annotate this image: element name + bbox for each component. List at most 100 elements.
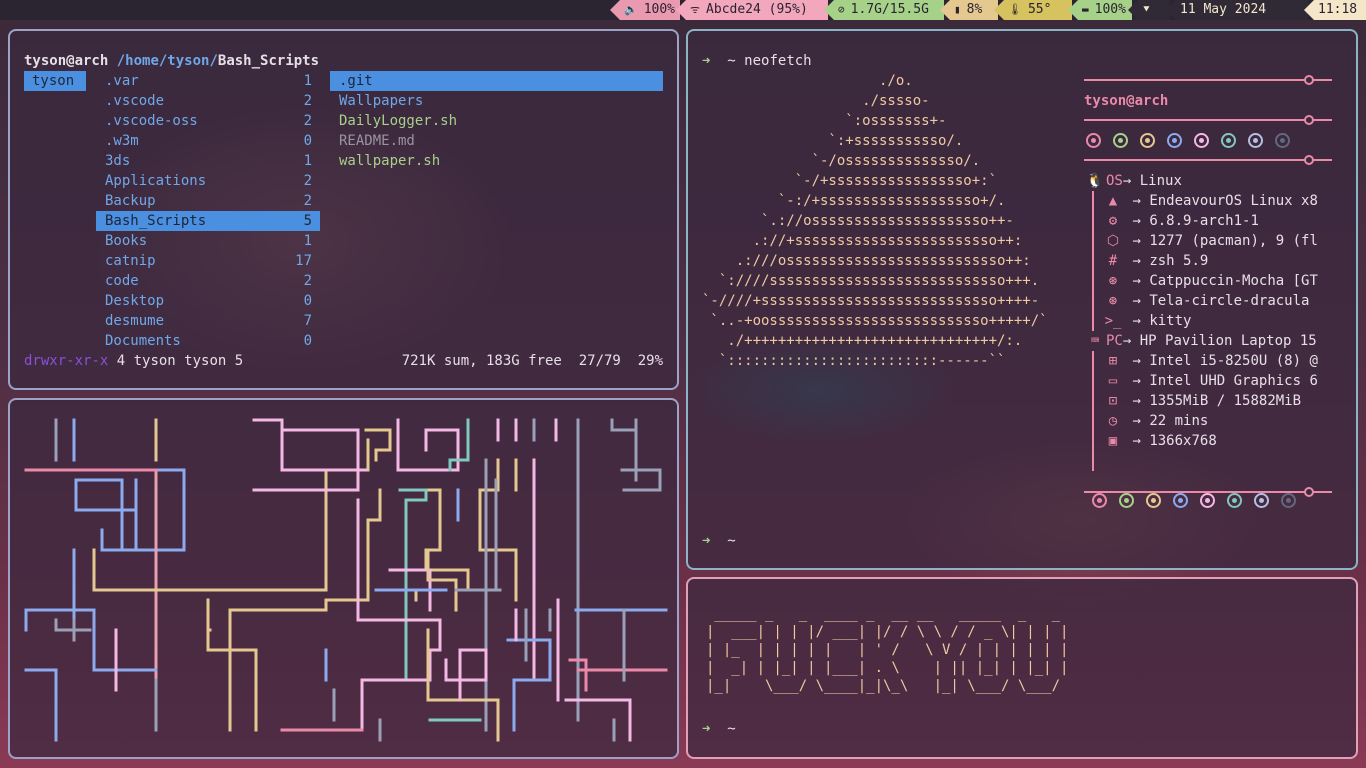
ranger-path: tyson@arch /home/tyson/Bash_Scripts: [24, 51, 319, 71]
ranger-window[interactable]: tyson@arch /home/tyson/Bash_Scripts tyso…: [8, 29, 679, 390]
preview-item[interactable]: DailyLogger.sh: [330, 111, 663, 131]
preview-item[interactable]: Wallpapers: [330, 91, 663, 111]
neofetch-window[interactable]: ➜ ~ neofetch ./o. ./sssso- `:osssssss+- …: [686, 29, 1358, 570]
arrow: →: [1132, 293, 1141, 309]
prompt-dir: ~: [727, 53, 736, 69]
info-row: ⊞ → Intel i5-8250U (8) @: [1084, 351, 1346, 371]
dir-count: 2: [303, 193, 312, 209]
info-value: Intel i5-8250U (8) @: [1149, 353, 1318, 369]
dir-list-item[interactable]: 3ds 1: [96, 151, 320, 171]
arrow: →: [1132, 373, 1141, 389]
dir-name: Documents: [105, 333, 181, 349]
dir-count: 1: [303, 153, 312, 169]
info-value: 1355MiB / 15882MiB: [1149, 393, 1302, 409]
preview-item[interactable]: README.md: [330, 131, 663, 151]
dir-count: 2: [303, 93, 312, 109]
file-name: Wallpapers: [339, 93, 424, 109]
parent-dir-item[interactable]: tyson: [24, 71, 86, 91]
dir-name: .vscode-oss: [105, 113, 198, 129]
color-palette-top: [1084, 131, 1344, 151]
status-segment[interactable]: 🌡 55°: [994, 0, 1072, 20]
color-dot: [1254, 493, 1269, 508]
figlet-line: _____ _ _ ____ _ __ __ _____ _ _: [706, 606, 1061, 622]
dir-list-item[interactable]: Books 1: [96, 231, 320, 251]
info-value: zsh 5.9: [1149, 253, 1209, 269]
prompt-line-2[interactable]: ➜ ~: [702, 531, 736, 551]
preview-item[interactable]: .git: [330, 71, 663, 91]
dir-count: 0: [303, 333, 312, 349]
status-segment[interactable]: ⊘ 1.7G/15.5G: [824, 0, 944, 20]
prompt-dir: ~: [727, 721, 736, 737]
status-segment[interactable]: ▮ 8%: [940, 0, 998, 20]
status-text: 8%: [966, 2, 983, 17]
file-name: README.md: [339, 133, 415, 149]
color-dot: [1227, 493, 1242, 508]
ranger-preview-column[interactable]: .git Wallpapers DailyLogger.sh README.md wal…: [330, 71, 663, 171]
ranger-current-column[interactable]: .var 1 .vscode 2 .vscode-oss 2 .w3m 0 3ds 1 Applic…: [96, 71, 320, 351]
info-value: 6.8.9-arch1-1: [1149, 213, 1259, 229]
arrow: →: [1132, 213, 1141, 229]
logo-line: `:+sssssssssso/.: [702, 133, 964, 149]
status-segment[interactable]: 11 May 2024: [1166, 0, 1308, 20]
dir-list-item[interactable]: Bash_Scripts 5: [96, 211, 320, 231]
file-name: DailyLogger.sh: [339, 113, 458, 129]
dir-list-item[interactable]: .w3m 0: [96, 131, 320, 151]
pc-value: HP Pavilion Laptop 15: [1139, 333, 1317, 349]
logo-line: `..-+oossssssssssssssssssssssssso+++++/`: [702, 313, 1048, 329]
figlet-window[interactable]: _____ _ _ ____ _ __ __ _____ _ _ | ___| |…: [686, 577, 1358, 759]
color-dot: [1200, 493, 1215, 508]
status-text: 55°: [1027, 2, 1052, 17]
info-row: ⚙ → 6.8.9-arch1-1: [1084, 211, 1346, 231]
dir-name: Desktop: [105, 293, 165, 309]
arrow: →: [1132, 313, 1141, 329]
logo-line: `:::::::::::::::::::::::::------``: [702, 353, 1006, 369]
preview-item[interactable]: wallpaper.sh: [330, 151, 663, 171]
dir-name: Backup: [105, 193, 156, 209]
file-name: wallpaper.sh: [339, 153, 441, 169]
monitor-icon: ▭: [1108, 373, 1118, 389]
info-value: EndeavourOS Linux x8: [1149, 193, 1318, 209]
arrow: →: [1132, 433, 1141, 449]
pc-line: ⌨ PC→ HP Pavilion Laptop 15: [1084, 331, 1346, 351]
color-dot: [1194, 133, 1209, 148]
status-segment[interactable]: ⯆: [1128, 0, 1170, 20]
info-row: # → zsh 5.9: [1084, 251, 1346, 271]
logo-line: ./o.: [702, 73, 913, 89]
color-palette-bottom: [1090, 491, 1350, 511]
dir-list-item[interactable]: .vscode 2: [96, 91, 320, 111]
status-segment[interactable]: 🔈 100%: [610, 0, 680, 20]
status-segment[interactable]: 11:18: [1304, 0, 1366, 20]
neofetch-info: tyson@arch 🐧 OS→ Linux ▲ → EndeavourOS Li…: [1084, 71, 1346, 497]
logo-line: `:////ssssssssssssssssssssssssssso+++.: [702, 273, 1040, 289]
dir-count: 1: [303, 233, 312, 249]
dir-list-item[interactable]: .vscode-oss 2: [96, 111, 320, 131]
arrow: →: [1132, 413, 1141, 429]
dir-list-item[interactable]: Documents 0: [96, 331, 320, 351]
dir-list-item[interactable]: code 2: [96, 271, 320, 291]
color-dot: [1248, 133, 1263, 148]
status-segment[interactable]: ᯤ Abcde24 (95%): [676, 0, 828, 20]
status-text: 11 May 2024: [1180, 2, 1267, 17]
color-dot: [1086, 133, 1101, 148]
user: tyson: [1084, 93, 1127, 109]
user-host: tyson@arch: [24, 53, 109, 69]
figlet-prompt[interactable]: ➜ ~: [702, 719, 736, 739]
dir-list-item[interactable]: Desktop 0: [96, 291, 320, 311]
linux-icon: 🐧: [1086, 173, 1104, 189]
path-current: Bash_Scripts: [217, 53, 320, 69]
dir-list-item[interactable]: catnip 17: [96, 251, 320, 271]
dir-list-item[interactable]: Applications 2: [96, 171, 320, 191]
pipes-window[interactable]: [8, 398, 679, 759]
dir-list-item[interactable]: Backup 2: [96, 191, 320, 211]
status-segment[interactable]: ▬ 100%: [1068, 0, 1132, 20]
dir-list-item[interactable]: .var 1: [96, 71, 320, 91]
info-value: Catppuccin-Mocha [GT: [1149, 273, 1318, 289]
top-status-bar: 🔈 100% ᯤ Abcde24 (95%) ⊘ 1.7G/15.5G ▮ 8% 🌡 55° ▬ 10…: [0, 0, 1366, 20]
dir-list-item[interactable]: desmume 7: [96, 311, 320, 331]
info-value: 1277 (pacman), 9 (fl: [1149, 233, 1318, 249]
file-name: .git: [339, 73, 373, 89]
info-divider-3: [1084, 155, 1332, 165]
status-text: 1.7G/15.5G: [850, 2, 929, 17]
info-row: ▣ → 1366x768: [1084, 431, 1346, 451]
ranger-parent-column[interactable]: tyson: [24, 71, 86, 91]
